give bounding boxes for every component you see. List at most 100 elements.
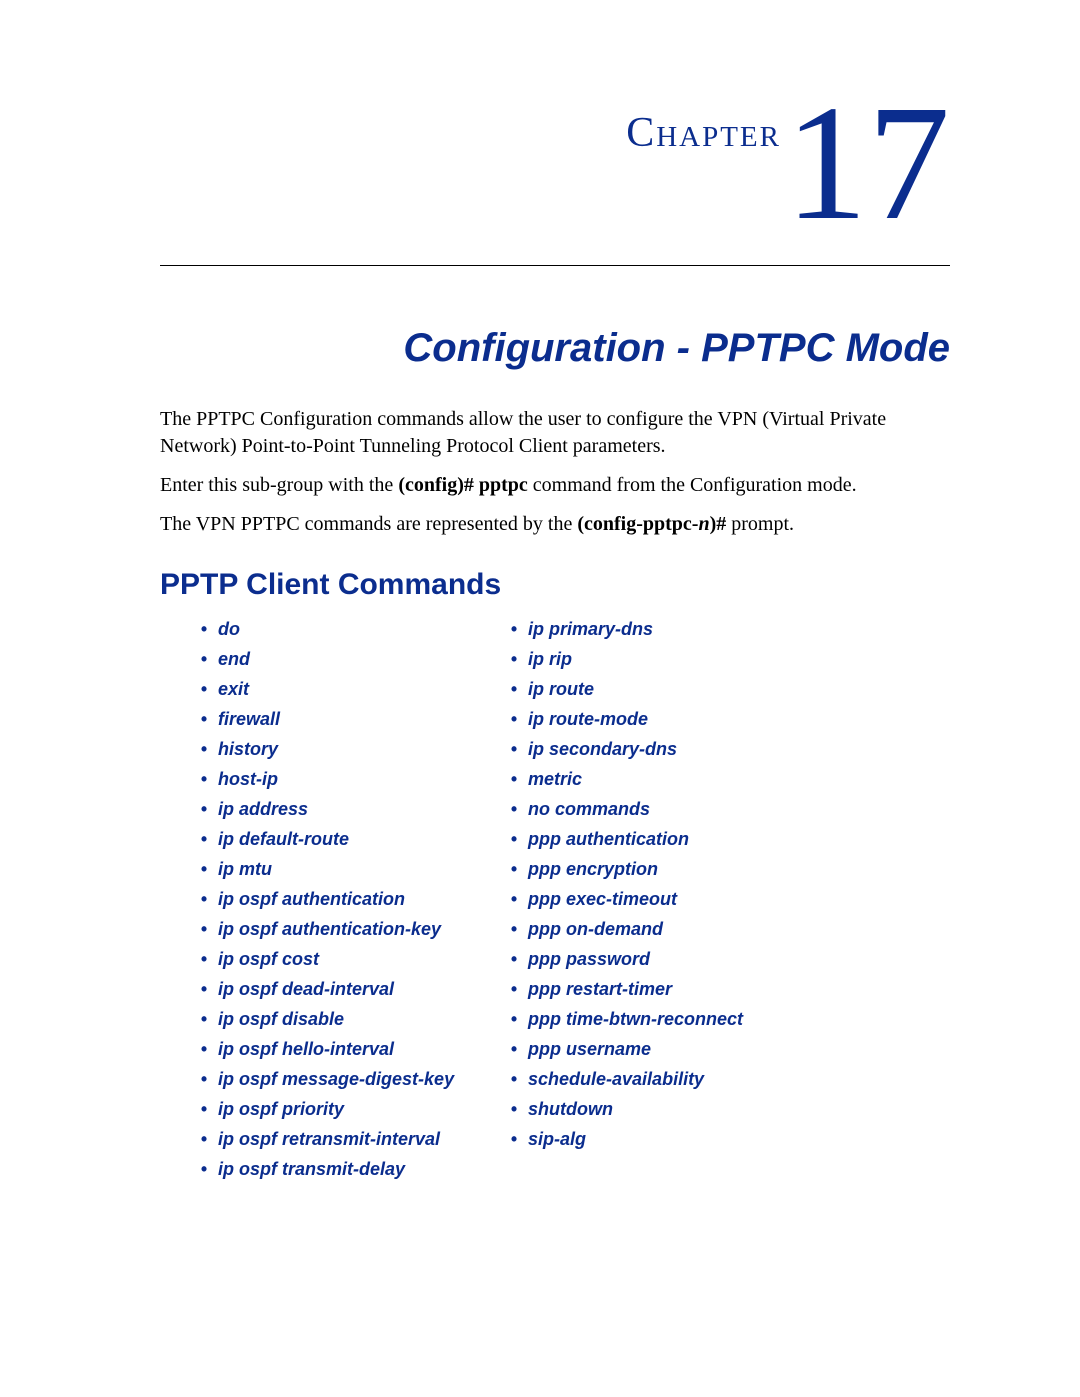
command-label: ip default-route (213, 829, 349, 849)
command-label: ppp encryption (523, 859, 658, 879)
command-link[interactable]: • ppp authentication (505, 824, 743, 854)
chapter-label: Chapter (626, 109, 781, 157)
bullet-icon: • (195, 650, 213, 668)
command-label: ip secondary-dns (523, 739, 677, 759)
command-link[interactable]: • ppp restart-timer (505, 974, 743, 1004)
command-label: ip route (523, 679, 594, 699)
command-link[interactable]: • ip ospf authentication (195, 884, 505, 914)
bullet-icon: • (195, 1040, 213, 1058)
command-link[interactable]: • ip ospf retransmit-interval (195, 1124, 505, 1154)
command-label: ip mtu (213, 859, 272, 879)
p3-cmd-a: (config-pptpc- (577, 513, 698, 535)
bullet-icon: • (505, 800, 523, 818)
command-link[interactable]: • ip primary-dns (505, 614, 743, 644)
bullet-icon: • (195, 620, 213, 638)
command-label: ip ospf message-digest-key (213, 1069, 454, 1089)
bullet-icon: • (195, 1130, 213, 1148)
command-link[interactable]: • ip ospf message-digest-key (195, 1064, 505, 1094)
command-link[interactable]: • ip mtu (195, 854, 505, 884)
command-link[interactable]: • ip rip (505, 644, 743, 674)
command-column-right: • ip primary-dns• ip rip• ip route• ip r… (505, 614, 743, 1184)
command-label: ppp exec-timeout (523, 889, 677, 909)
command-link[interactable]: • metric (505, 764, 743, 794)
command-label: ip ospf retransmit-interval (213, 1129, 440, 1149)
intro-paragraph-2: Enter this sub-group with the (config)# … (160, 472, 950, 499)
command-label: history (213, 739, 278, 759)
command-columns: • do• end• exit• firewall• history• host… (195, 614, 950, 1184)
intro-paragraph-1: The PPTPC Configuration commands allow t… (160, 406, 950, 460)
command-link[interactable]: • history (195, 734, 505, 764)
command-link[interactable]: • schedule-availability (505, 1064, 743, 1094)
command-label: ip address (213, 799, 308, 819)
command-label: ip ospf hello-interval (213, 1039, 394, 1059)
bullet-icon: • (195, 800, 213, 818)
bullet-icon: • (505, 620, 523, 638)
command-link[interactable]: • ip ospf transmit-delay (195, 1154, 505, 1184)
command-link[interactable]: • do (195, 614, 505, 644)
command-label: ip ospf priority (213, 1099, 344, 1119)
command-link[interactable]: • ppp username (505, 1034, 743, 1064)
bullet-icon: • (505, 1010, 523, 1028)
command-label: host-ip (213, 769, 278, 789)
command-link[interactable]: • host-ip (195, 764, 505, 794)
command-label: ip ospf disable (213, 1009, 344, 1029)
command-label: schedule-availability (523, 1069, 704, 1089)
command-link[interactable]: • ppp encryption (505, 854, 743, 884)
p2-text-a: Enter this sub-group with the (160, 474, 398, 496)
bullet-icon: • (195, 1010, 213, 1028)
bullet-icon: • (505, 710, 523, 728)
bullet-icon: • (505, 650, 523, 668)
bullet-icon: • (505, 950, 523, 968)
command-link[interactable]: • firewall (195, 704, 505, 734)
p2-text-b: command from the Configuration mode. (528, 474, 857, 496)
command-link[interactable]: • ppp exec-timeout (505, 884, 743, 914)
command-link[interactable]: • ppp password (505, 944, 743, 974)
bullet-icon: • (505, 680, 523, 698)
command-label: ip ospf transmit-delay (213, 1159, 405, 1179)
bullet-icon: • (195, 830, 213, 848)
command-link[interactable]: • ip route-mode (505, 704, 743, 734)
command-link[interactable]: • no commands (505, 794, 743, 824)
bullet-icon: • (195, 710, 213, 728)
command-label: ip rip (523, 649, 572, 669)
document-page: Chapter 17 Configuration - PPTPC Mode Th… (0, 0, 1080, 1244)
command-link[interactable]: • ip route (505, 674, 743, 704)
command-label: ppp username (523, 1039, 651, 1059)
command-link[interactable]: • ip ospf cost (195, 944, 505, 974)
horizontal-rule (160, 265, 950, 266)
command-label: ip ospf authentication-key (213, 919, 441, 939)
command-label: metric (523, 769, 582, 789)
command-link[interactable]: • ip ospf disable (195, 1004, 505, 1034)
command-link[interactable]: • shutdown (505, 1094, 743, 1124)
command-label: ip ospf authentication (213, 889, 405, 909)
command-link[interactable]: • ip address (195, 794, 505, 824)
command-link[interactable]: • ip ospf hello-interval (195, 1034, 505, 1064)
p3-cmd-b: )# (710, 513, 727, 535)
chapter-heading: Chapter 17 (160, 80, 950, 245)
command-link[interactable]: • end (195, 644, 505, 674)
command-link[interactable]: • ip ospf authentication-key (195, 914, 505, 944)
bullet-icon: • (505, 740, 523, 758)
command-link[interactable]: • ppp time-btwn-reconnect (505, 1004, 743, 1034)
command-link[interactable]: • exit (195, 674, 505, 704)
command-label: sip-alg (523, 1129, 586, 1149)
p3-text-a: The VPN PPTPC commands are represented b… (160, 513, 577, 535)
bullet-icon: • (505, 860, 523, 878)
command-link[interactable]: • ip ospf priority (195, 1094, 505, 1124)
command-link[interactable]: • ip default-route (195, 824, 505, 854)
command-link[interactable]: • ip secondary-dns (505, 734, 743, 764)
command-label: ip ospf dead-interval (213, 979, 394, 999)
command-link[interactable]: • ip ospf dead-interval (195, 974, 505, 1004)
command-label: ppp password (523, 949, 650, 969)
command-link[interactable]: • ppp on-demand (505, 914, 743, 944)
bullet-icon: • (195, 980, 213, 998)
command-link[interactable]: • sip-alg (505, 1124, 743, 1154)
bullet-icon: • (195, 950, 213, 968)
p3-cmd-n: n (698, 513, 709, 535)
p3-text-b: prompt. (726, 513, 794, 535)
command-label: end (213, 649, 250, 669)
command-label: ip ospf cost (213, 949, 319, 969)
bullet-icon: • (195, 1160, 213, 1178)
bullet-icon: • (505, 770, 523, 788)
command-label: firewall (213, 709, 280, 729)
